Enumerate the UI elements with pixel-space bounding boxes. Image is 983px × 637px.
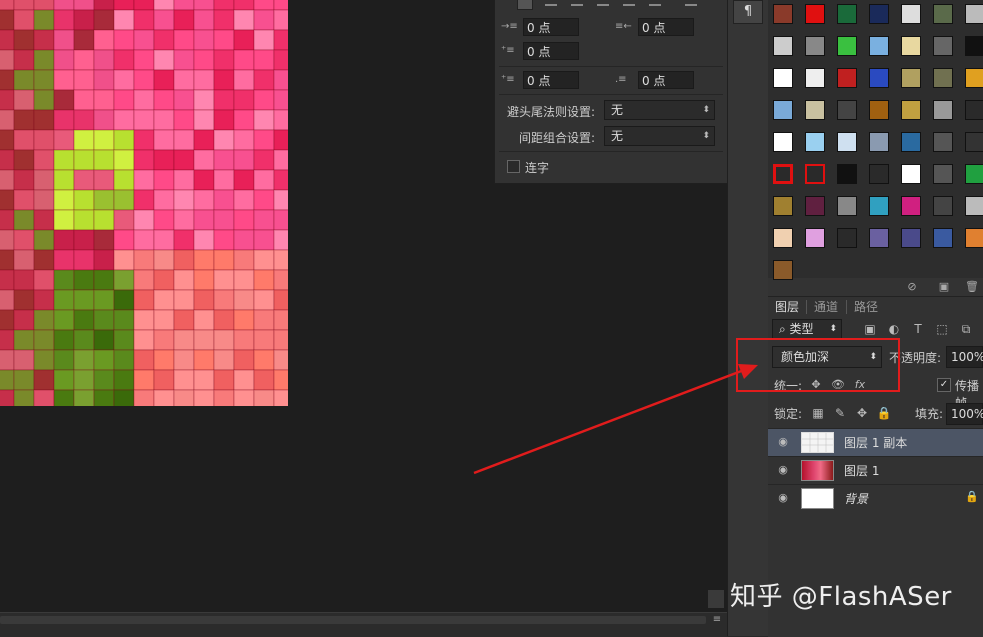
style-swatch[interactable]: [837, 196, 857, 216]
style-swatch[interactable]: [837, 228, 857, 248]
style-swatch[interactable]: [837, 164, 857, 184]
style-swatch[interactable]: [901, 196, 921, 216]
style-swatch[interactable]: [869, 68, 889, 88]
style-swatch[interactable]: [965, 132, 983, 152]
style-swatch[interactable]: [837, 100, 857, 120]
style-swatch[interactable]: [869, 36, 889, 56]
style-swatch[interactable]: [837, 36, 857, 56]
style-swatch[interactable]: [805, 4, 825, 24]
style-swatch[interactable]: [837, 4, 857, 24]
style-swatch[interactable]: [869, 228, 889, 248]
style-swatch[interactable]: [901, 36, 921, 56]
style-swatch[interactable]: [933, 228, 953, 248]
style-swatch[interactable]: [965, 100, 983, 120]
style-swatch[interactable]: [933, 196, 953, 216]
style-swatch[interactable]: [869, 132, 889, 152]
style-swatch[interactable]: [965, 228, 983, 248]
style-swatch[interactable]: [773, 100, 793, 120]
style-swatch[interactable]: [965, 4, 983, 24]
style-swatch[interactable]: [869, 196, 889, 216]
style-swatch[interactable]: [773, 196, 793, 216]
style-swatch[interactable]: [773, 132, 793, 152]
style-swatch[interactable]: [901, 4, 921, 24]
style-swatch[interactable]: [869, 164, 889, 184]
style-swatch[interactable]: [805, 164, 825, 184]
style-swatch[interactable]: [869, 100, 889, 120]
style-swatch[interactable]: [901, 68, 921, 88]
style-swatch[interactable]: [933, 68, 953, 88]
style-swatch[interactable]: [805, 36, 825, 56]
style-swatch[interactable]: [837, 68, 857, 88]
style-swatch[interactable]: [773, 4, 793, 24]
style-swatch[interactable]: [933, 36, 953, 56]
style-swatch[interactable]: [773, 164, 793, 184]
style-swatch[interactable]: [901, 100, 921, 120]
style-swatch[interactable]: [773, 36, 793, 56]
style-swatch[interactable]: [933, 100, 953, 120]
style-swatch[interactable]: [933, 4, 953, 24]
style-swatch[interactable]: [805, 68, 825, 88]
style-swatch[interactable]: [933, 164, 953, 184]
style-swatch[interactable]: [869, 4, 889, 24]
style-swatch[interactable]: [805, 196, 825, 216]
style-swatch[interactable]: [965, 68, 983, 88]
style-swatch[interactable]: [965, 164, 983, 184]
style-swatch[interactable]: [933, 132, 953, 152]
style-swatch[interactable]: [965, 36, 983, 56]
style-swatch[interactable]: [805, 228, 825, 248]
style-swatch[interactable]: [773, 228, 793, 248]
style-swatch[interactable]: [805, 132, 825, 152]
style-swatch[interactable]: [901, 132, 921, 152]
style-swatch[interactable]: [901, 164, 921, 184]
style-swatch[interactable]: [837, 132, 857, 152]
watermark: 知乎 @FlashASer: [730, 582, 952, 612]
style-swatch[interactable]: [773, 68, 793, 88]
style-swatch[interactable]: [965, 196, 983, 216]
style-swatch[interactable]: [901, 228, 921, 248]
style-swatch[interactable]: [773, 260, 793, 280]
annotation-arrow: [473, 364, 758, 475]
style-swatch[interactable]: [805, 100, 825, 120]
